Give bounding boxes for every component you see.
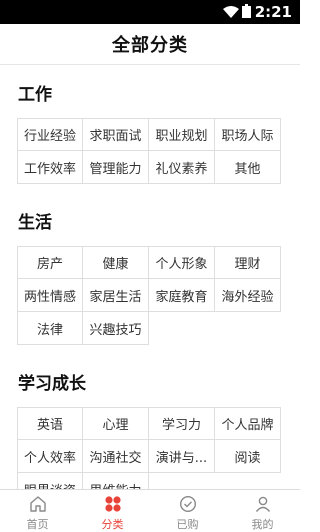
tab-purchased[interactable]: 已购 [150, 490, 225, 532]
tab-label: 分类 [101, 518, 124, 531]
status-bar: 2:21 [0, 0, 300, 24]
status-time: 2:21 [254, 3, 292, 21]
category-item[interactable]: 个人形象 [149, 246, 215, 279]
category-item[interactable]: 兴趣技巧 [83, 312, 149, 345]
category-item[interactable]: 个人效率 [17, 440, 83, 473]
category-item[interactable]: 演讲与... [149, 440, 215, 473]
category-item[interactable]: 工作效率 [17, 151, 83, 184]
category-grid: 英语 心理 学习力 个人品牌 个人效率 沟通社交 演讲与... 阅读 眼界谈资 … [17, 407, 300, 489]
category-item[interactable]: 管理能力 [83, 151, 149, 184]
tab-category[interactable]: 分类 [75, 490, 150, 532]
category-item[interactable]: 沟通社交 [83, 440, 149, 473]
category-grid: 行业经验 求职面试 职业规划 职场人际 工作效率 管理能力 礼仪素养 其他 [17, 118, 300, 184]
category-item[interactable]: 家居生活 [83, 279, 149, 312]
category-item[interactable]: 海外经验 [215, 279, 281, 312]
tab-home[interactable]: 首页 [0, 490, 75, 532]
category-item[interactable]: 阅读 [215, 440, 281, 473]
purchased-icon [178, 494, 198, 514]
page-title: 全部分类 [112, 35, 188, 56]
category-item[interactable]: 职场人际 [215, 118, 281, 151]
tab-label: 已购 [176, 518, 199, 531]
tab-profile[interactable]: 我的 [225, 490, 300, 532]
category-item[interactable]: 职业规划 [149, 118, 215, 151]
category-grid: 房产 健康 个人形象 理财 两性情感 家居生活 家庭教育 海外经验 法律 兴趣技… [17, 246, 300, 345]
battery-icon [241, 3, 251, 22]
section-growth: 学习成长 英语 心理 学习力 个人品牌 个人效率 沟通社交 演讲与... 阅读 … [0, 355, 300, 489]
category-item[interactable]: 健康 [83, 246, 149, 279]
app-header: 全部分类 [0, 24, 300, 65]
category-item[interactable]: 求职面试 [83, 118, 149, 151]
tab-label: 我的 [251, 518, 274, 531]
bottom-tab-bar: 首页 分类 已购 我的 [0, 489, 300, 532]
home-icon [28, 494, 48, 514]
section-title: 工作 [18, 84, 52, 105]
category-list[interactable]: 工作 行业经验 求职面试 职业规划 职场人际 工作效率 管理能力 礼仪素养 其他… [0, 66, 300, 489]
section-title: 生活 [18, 212, 52, 233]
category-item[interactable]: 英语 [17, 407, 83, 440]
category-icon [103, 494, 123, 514]
category-item[interactable]: 理财 [215, 246, 281, 279]
section-life: 生活 房产 健康 个人形象 理财 两性情感 家居生活 家庭教育 海外经验 法律 … [0, 194, 300, 345]
category-item[interactable]: 家庭教育 [149, 279, 215, 312]
category-item[interactable]: 法律 [17, 312, 83, 345]
category-item[interactable]: 眼界谈资 [17, 473, 83, 489]
profile-icon [253, 494, 273, 514]
section-work: 工作 行业经验 求职面试 职业规划 职场人际 工作效率 管理能力 礼仪素养 其他 [0, 66, 300, 184]
category-item[interactable]: 礼仪素养 [149, 151, 215, 184]
tab-label: 首页 [26, 518, 49, 531]
category-item[interactable]: 两性情感 [17, 279, 83, 312]
category-item[interactable]: 其他 [215, 151, 281, 184]
category-item[interactable]: 思维能力 [83, 473, 149, 489]
category-item[interactable]: 行业经验 [17, 118, 83, 151]
category-item[interactable]: 个人品牌 [215, 407, 281, 440]
category-item[interactable]: 心理 [83, 407, 149, 440]
section-title: 学习成长 [18, 373, 86, 394]
category-item[interactable]: 房产 [17, 246, 83, 279]
category-item[interactable]: 学习力 [149, 407, 215, 440]
wifi-icon [222, 3, 239, 22]
